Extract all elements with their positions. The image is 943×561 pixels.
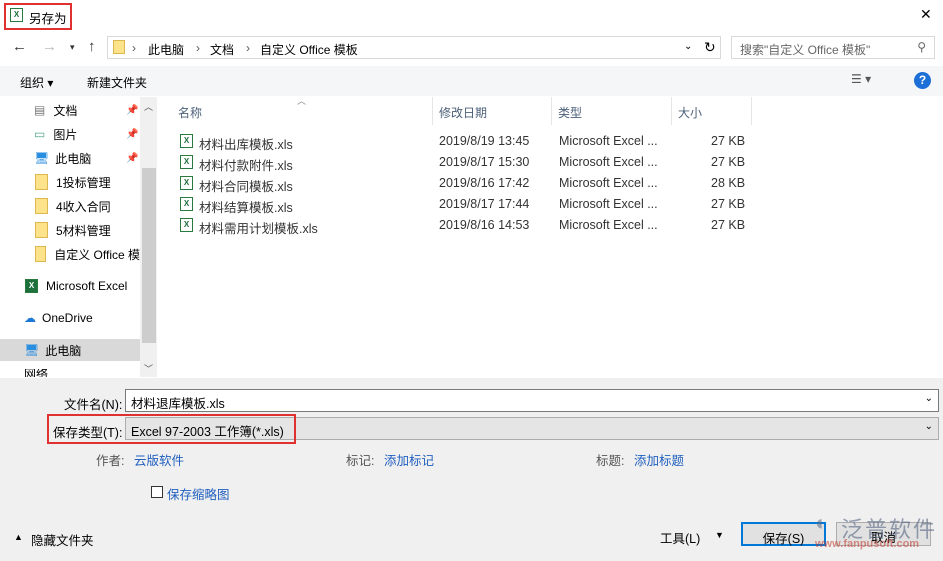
column-header-date[interactable]: 修改日期 <box>433 97 552 125</box>
file-size: 28 KB <box>711 176 746 190</box>
file-size: 27 KB <box>711 155 746 169</box>
sidebar-item-this-pc[interactable]: 🖥 此电脑 <box>0 339 140 361</box>
excel-file-icon: X <box>180 197 193 211</box>
file-name: 材料需用计划模板.xls <box>199 222 318 236</box>
cloud-icon: ☁ <box>24 311 36 325</box>
folder-icon <box>35 174 48 190</box>
tags-label: 标记: <box>346 454 375 468</box>
file-row[interactable]: X 材料结算模板.xls 2019/8/17 17:44 Microsoft E… <box>172 194 752 215</box>
title-bar: X 另存为 ✕ <box>0 0 943 32</box>
sidebar-item-network[interactable]: 网络 <box>0 369 140 377</box>
excel-file-icon: X <box>180 218 193 232</box>
breadcrumb-item[interactable]: 文档 <box>210 41 234 58</box>
chevron-up-icon[interactable]: ▲ <box>14 532 23 542</box>
sidebar-item-folder[interactable]: 5材料管理 <box>0 219 140 241</box>
file-date: 2019/8/17 15:30 <box>439 155 530 169</box>
breadcrumb-item[interactable]: 自定义 Office 模板 <box>260 41 358 58</box>
file-date: 2019/8/17 17:44 <box>439 197 530 211</box>
save-thumbnail-label[interactable]: 保存缩略图 <box>167 484 230 503</box>
scrollbar-thumb[interactable] <box>142 168 156 343</box>
file-type: Microsoft Excel ... <box>559 197 658 211</box>
column-header-type[interactable]: 类型 <box>552 97 672 125</box>
file-name: 材料结算模板.xls <box>199 201 293 215</box>
pin-icon: 📌 <box>126 104 139 116</box>
excel-file-icon: X <box>180 155 193 169</box>
title-label: 标题: <box>596 454 625 468</box>
recent-dropdown[interactable]: ▾ <box>70 42 75 53</box>
save-button[interactable]: 保存(S) <box>741 522 826 546</box>
new-folder-button[interactable]: 新建文件夹 <box>87 74 147 91</box>
excel-file-icon: X <box>180 134 193 148</box>
author-value[interactable]: 云版软件 <box>134 450 184 469</box>
sidebar-item-pictures[interactable]: ▭ 图片 📌 <box>0 123 140 145</box>
title-value[interactable]: 添加标题 <box>634 450 684 469</box>
help-button[interactable]: ? <box>914 72 931 89</box>
file-name: 材料付款附件.xls <box>199 159 293 173</box>
file-type: Microsoft Excel ... <box>559 155 658 169</box>
author-label: 作者: <box>96 454 125 468</box>
folder-icon <box>35 246 47 262</box>
sidebar-item-folder[interactable]: 自定义 Office 模 <box>0 243 140 265</box>
file-date: 2019/8/16 17:42 <box>439 176 530 190</box>
file-size: 27 KB <box>711 134 746 148</box>
highlight-box <box>4 3 72 30</box>
file-date: 2019/8/16 14:53 <box>439 218 530 232</box>
file-row[interactable]: X 材料需用计划模板.xls 2019/8/16 14:53 Microsoft… <box>172 215 752 236</box>
folder-icon <box>35 198 48 214</box>
up-button[interactable]: ↑ <box>88 38 96 55</box>
filename-input[interactable]: 材料退库模板.xls ⌄ <box>125 389 939 412</box>
file-size: 27 KB <box>711 218 746 232</box>
view-options-icon[interactable]: ☰ ▾ <box>851 72 871 86</box>
column-header-size[interactable]: 大小 <box>672 97 752 125</box>
sidebar-item-excel[interactable]: X Microsoft Excel <box>0 275 140 297</box>
highlight-box <box>47 414 296 444</box>
sidebar-item-onedrive[interactable]: ☁ OneDrive <box>0 307 140 329</box>
tools-button[interactable]: 工具(L) <box>660 528 700 547</box>
scroll-up-icon[interactable]: ︿ <box>144 100 153 113</box>
file-type: Microsoft Excel ... <box>559 218 658 232</box>
file-type: Microsoft Excel ... <box>559 176 658 190</box>
save-thumbnail-checkbox[interactable] <box>151 486 163 498</box>
tools-dropdown-icon[interactable]: ▼ <box>715 530 724 540</box>
close-button[interactable]: ✕ <box>920 6 932 23</box>
hide-folders-button[interactable]: 隐藏文件夹 <box>31 530 94 549</box>
toolbar: 组织 ▾ 新建文件夹 ☰ ▾ ? <box>0 66 943 96</box>
search-input[interactable]: 搜索"自定义 Office 模板" ⚲ <box>731 36 935 59</box>
excel-icon: X <box>25 279 38 293</box>
chevron-down-icon[interactable]: ⌄ <box>684 41 692 52</box>
file-name: 材料合同模板.xls <box>199 180 293 194</box>
forward-button[interactable]: → <box>42 38 57 55</box>
file-date: 2019/8/19 13:45 <box>439 134 530 148</box>
file-name: 材料出库模板.xls <box>199 138 293 152</box>
computer-icon: 🖥 <box>24 343 40 357</box>
tags-value[interactable]: 添加标记 <box>384 450 434 469</box>
excel-file-icon: X <box>180 176 193 190</box>
sidebar-item-documents[interactable]: ▤ 文档 📌 <box>0 99 140 121</box>
navigation-pane: ▤ 文档 📌 ▭ 图片 📌 🖥 此电脑 📌 1投标管理 4收入合同 5材料管理 自定义 Of… <box>0 97 158 377</box>
organize-button[interactable]: 组织 ▾ <box>20 74 53 91</box>
sidebar-item-folder[interactable]: 4收入合同 <box>0 195 140 217</box>
folder-icon <box>113 40 125 54</box>
search-icon: ⚲ <box>917 40 926 54</box>
file-row[interactable]: X 材料合同模板.xls 2019/8/16 17:42 Microsoft E… <box>172 173 752 194</box>
sidebar-item-this-pc-pinned[interactable]: 🖥 此电脑 📌 <box>0 147 140 169</box>
filename-label: 文件名(N): <box>64 398 123 412</box>
file-row[interactable]: X 材料付款附件.xls 2019/8/17 15:30 Microsoft E… <box>172 152 752 173</box>
back-button[interactable]: ← <box>12 38 27 55</box>
refresh-button[interactable]: ↻ <box>704 39 716 56</box>
folder-icon <box>35 222 48 238</box>
pin-icon: 📌 <box>126 152 139 164</box>
address-bar[interactable]: › 此电脑 › 文档 › 自定义 Office 模板 ⌄ ↻ <box>107 36 721 59</box>
sidebar-item-folder[interactable]: 1投标管理 <box>0 171 140 193</box>
pin-icon: 📌 <box>126 128 139 140</box>
file-size: 27 KB <box>711 197 746 211</box>
scroll-down-icon[interactable]: ﹀ <box>144 362 153 375</box>
column-header-name[interactable]: 名称 <box>172 97 433 125</box>
breadcrumb-item[interactable]: 此电脑 <box>148 41 184 58</box>
file-type: Microsoft Excel ... <box>559 134 658 148</box>
file-row[interactable]: X 材料出库模板.xls 2019/8/19 13:45 Microsoft E… <box>172 131 752 152</box>
save-options-panel: 文件名(N): 材料退库模板.xls ⌄ 保存类型(T): Excel 97-20… <box>0 378 943 561</box>
